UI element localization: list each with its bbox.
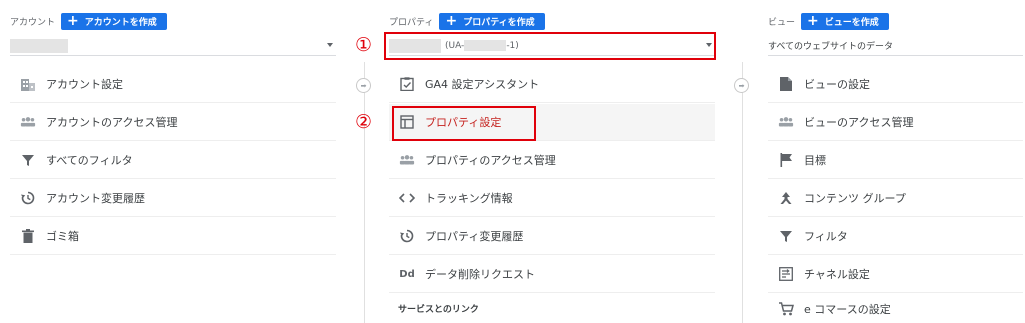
create-view-button[interactable]: + ビューを作成 (801, 12, 889, 30)
people-icon (399, 152, 415, 168)
account-label: アカウント (10, 17, 56, 28)
sidebar-item-label: プロパティのアクセス管理 (425, 154, 556, 167)
sidebar-item-label: e コマースの設定 (804, 302, 891, 316)
arrow-right-icon: ➡ (734, 78, 749, 93)
sidebar-item-label: チャネル設定 (804, 268, 870, 281)
create-view-label: ビューを作成 (824, 17, 879, 28)
account-filters-item[interactable]: すべてのフィルタ (10, 142, 336, 179)
document-icon (778, 76, 794, 92)
plus-icon: + (67, 13, 79, 29)
filter-icon (20, 152, 36, 168)
annotation-box-2 (392, 106, 536, 141)
account-settings-item[interactable]: アカウント設定 (10, 66, 336, 103)
account-history-item[interactable]: アカウント変更履歴 (10, 180, 336, 217)
people-icon (20, 114, 36, 130)
ecommerce-settings-item[interactable]: e コマースの設定 (768, 294, 1023, 323)
content-grouping-item[interactable]: コンテンツ グループ (768, 180, 1023, 217)
create-account-label: アカウントを作成 (84, 17, 157, 28)
view-selector[interactable]: すべてのウェブサイトのデータ (768, 36, 1023, 56)
column-divider (364, 62, 365, 323)
sidebar-item-label: アカウント変更履歴 (46, 192, 145, 205)
account-header: アカウント + アカウントを作成 (10, 12, 167, 30)
arrow-right-icon: ➡ (356, 78, 371, 93)
sidebar-item-label: アカウント設定 (46, 78, 123, 91)
building-icon (20, 76, 36, 92)
column-divider (742, 62, 743, 323)
annotation-marker-1: ① (355, 34, 373, 56)
checklist-icon (399, 76, 415, 92)
sidebar-item-label: ゴミ箱 (46, 230, 79, 243)
sidebar-item-label: コンテンツ グループ (804, 192, 906, 205)
section-title: サービスとのリンク (398, 305, 479, 315)
account-access-item[interactable]: アカウントのアクセス管理 (10, 104, 336, 141)
create-account-button[interactable]: + アカウントを作成 (61, 12, 167, 30)
history-icon (399, 228, 415, 244)
sidebar-item-label: アカウントのアクセス管理 (46, 116, 178, 129)
sidebar-item-label: データ削除リクエスト (425, 268, 535, 281)
view-label: ビュー (768, 17, 796, 28)
section-service-links: サービスとのリンク (389, 294, 715, 323)
view-settings-item[interactable]: ビューの設定 (768, 66, 1023, 103)
account-selector[interactable] (10, 36, 336, 56)
channel-icon (778, 266, 794, 282)
sidebar-item-label: ビューのアクセス管理 (804, 116, 914, 129)
cart-icon (778, 301, 794, 317)
plus-icon: + (807, 13, 819, 29)
people-icon (778, 114, 794, 130)
property-header: プロパティ + プロパティを作成 (389, 12, 545, 30)
dd-icon: Dd (399, 268, 415, 280)
property-label: プロパティ (389, 17, 434, 28)
code-icon (399, 190, 415, 206)
annotation-box-1 (384, 32, 716, 60)
property-access-item[interactable]: プロパティのアクセス管理 (389, 142, 715, 179)
trash-item[interactable]: ゴミ箱 (10, 218, 336, 255)
sidebar-item-label: トラッキング情報 (425, 192, 513, 205)
view-filters-item[interactable]: フィルタ (768, 218, 1023, 255)
create-property-label: プロパティを作成 (463, 17, 535, 28)
trash-icon (20, 228, 36, 244)
view-selector-value: すべてのウェブサイトのデータ (768, 42, 894, 52)
sidebar-item-label: フィルタ (804, 230, 848, 243)
create-property-button[interactable]: + プロパティを作成 (439, 12, 545, 30)
annotation-marker-2: ② (355, 111, 373, 133)
sidebar-item-label: すべてのフィルタ (46, 154, 133, 167)
view-header: ビュー + ビューを作成 (768, 12, 889, 30)
property-history-item[interactable]: プロパティ変更履歴 (389, 218, 715, 255)
chevron-down-icon (327, 43, 333, 47)
channel-settings-item[interactable]: チャネル設定 (768, 256, 1023, 293)
goals-item[interactable]: 目標 (768, 142, 1023, 179)
plus-icon: + (445, 13, 458, 29)
flag-icon (778, 152, 794, 168)
sidebar-item-label: ビューの設定 (804, 78, 870, 91)
ga4-setup-assistant-item[interactable]: GA4 設定アシスタント (389, 66, 715, 103)
account-name-redacted (10, 38, 68, 53)
filter-icon (778, 228, 794, 244)
content-group-icon (778, 190, 794, 206)
tracking-info-item[interactable]: トラッキング情報 (389, 180, 715, 217)
sidebar-item-label: 目標 (804, 154, 826, 167)
data-deletion-item[interactable]: Dd データ削除リクエスト (389, 256, 715, 293)
sidebar-item-label: プロパティ変更履歴 (425, 230, 524, 243)
sidebar-item-label: GA4 設定アシスタント (425, 78, 540, 91)
view-access-item[interactable]: ビューのアクセス管理 (768, 104, 1023, 141)
history-icon (20, 190, 36, 206)
